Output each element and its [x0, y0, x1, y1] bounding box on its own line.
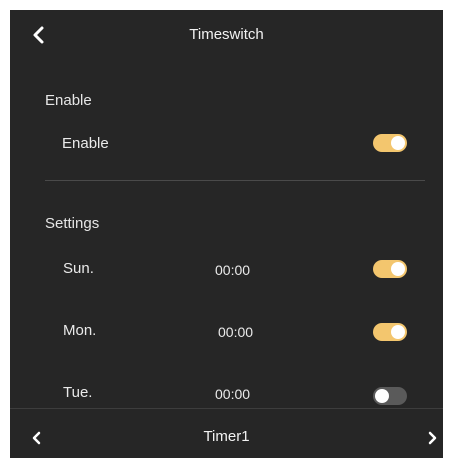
- day-time-tue[interactable]: 00:00: [215, 386, 250, 402]
- day-time-sun[interactable]: 00:00: [215, 262, 250, 278]
- enable-row-label: Enable: [62, 135, 109, 152]
- day-label-sun: Sun.: [63, 260, 94, 277]
- day-toggle-tue[interactable]: [373, 387, 407, 405]
- next-timer-button[interactable]: [422, 428, 442, 448]
- timer-name: Timer1: [203, 428, 250, 445]
- day-time-mon[interactable]: 00:00: [218, 324, 253, 340]
- page-title: Timeswitch: [189, 26, 264, 43]
- day-toggle-mon[interactable]: [373, 323, 407, 341]
- toggle-knob: [391, 136, 405, 150]
- enable-toggle[interactable]: [373, 134, 407, 152]
- chevron-right-icon: [428, 431, 437, 445]
- toggle-knob: [391, 262, 405, 276]
- enable-section-heading: Enable: [45, 92, 92, 109]
- settings-section-heading: Settings: [45, 215, 100, 232]
- toggle-knob: [375, 389, 389, 403]
- footer-divider: [10, 408, 443, 409]
- day-toggle-sun[interactable]: [373, 260, 407, 278]
- toggle-knob: [391, 325, 405, 339]
- day-label-tue: Tue.: [63, 384, 93, 401]
- section-divider: [45, 180, 425, 181]
- day-label-mon: Mon.: [63, 322, 97, 339]
- timeswitch-panel: Timeswitch Enable Enable Settings Sun. 0…: [10, 10, 443, 458]
